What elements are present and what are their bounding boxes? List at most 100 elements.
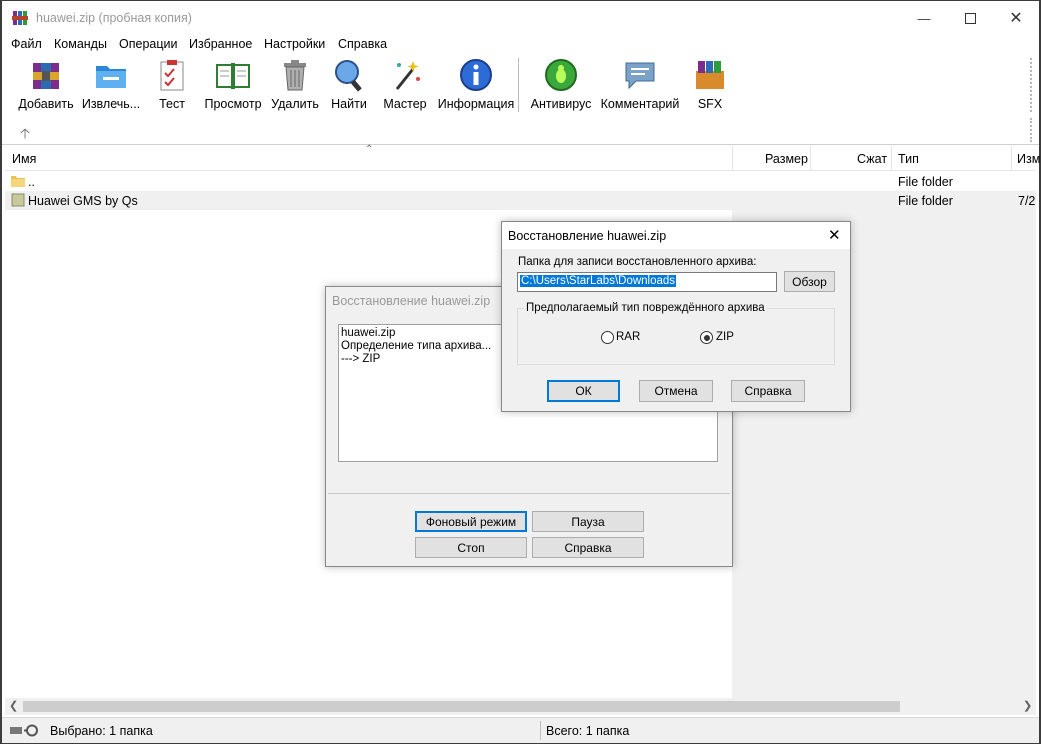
column-packed[interactable]: Сжат	[857, 152, 887, 166]
dialog-separator	[328, 493, 730, 494]
up-folder-icon[interactable]: 🡡	[20, 123, 30, 147]
sfx-label: SFX	[697, 97, 723, 111]
row-type: File folder	[898, 175, 953, 189]
folder-path-field[interactable]: C:\Users\StarLabs\Downloads	[517, 272, 777, 292]
status-total: Всего: 1 папка	[546, 724, 630, 738]
progress-dialog-title: Восстановление huawei.zip	[332, 294, 491, 308]
cancel-button[interactable]: Отмена	[639, 380, 713, 402]
title-bar: huawei.zip (пробная копия) — ✕	[2, 1, 1039, 35]
repair-help-button[interactable]: Справка	[731, 380, 805, 402]
extract-button[interactable]: Извлечь...	[82, 57, 140, 111]
find-button[interactable]: Найти	[328, 57, 370, 111]
sfx-archive-icon	[696, 61, 724, 89]
scroll-thumb[interactable]	[23, 701, 900, 712]
menu-settings[interactable]: Настройки	[264, 37, 325, 51]
address-grip[interactable]	[1030, 118, 1035, 142]
add-button[interactable]: Добавить	[18, 57, 74, 111]
folder-extract-icon	[96, 66, 126, 88]
antivirus-label: Антивирус	[530, 97, 592, 111]
repair-dialog: Восстановление huawei.zip ✕ Папка для за…	[501, 221, 851, 412]
folder-icon	[11, 176, 25, 187]
scroll-left-icon[interactable]: ❮	[9, 699, 18, 712]
zip-label[interactable]: ZIP	[716, 331, 734, 343]
toolbar-separator	[518, 58, 519, 112]
extract-label: Извлечь...	[81, 97, 141, 111]
delete-button[interactable]: Удалить	[270, 57, 320, 111]
archive-type-group	[517, 308, 835, 365]
dialog-close-icon[interactable]: ✕	[828, 226, 841, 244]
info-button[interactable]: Информация	[438, 57, 514, 111]
menu-operations[interactable]: Операции	[119, 37, 177, 51]
add-archive-icon	[33, 63, 59, 89]
status-bar: Выбрано: 1 папка Всего: 1 папка	[2, 717, 1039, 743]
folder-label: Папка для записи восстановленного архива…	[518, 256, 757, 268]
background-mode-button[interactable]: Фоновый режим	[415, 511, 527, 532]
folder-icon	[11, 193, 25, 207]
close-button[interactable]: ✕	[993, 1, 1039, 35]
table-row[interactable]: Huawei GMS by Qs File folder 7/2	[5, 191, 1036, 210]
column-name[interactable]: Имя	[12, 152, 36, 166]
wizard-button[interactable]: Мастер	[382, 57, 428, 111]
view-label: Просмотр	[204, 97, 262, 111]
rar-radio[interactable]	[601, 331, 614, 344]
minimize-button[interactable]: —	[901, 1, 947, 35]
status-selected: Выбрано: 1 папка	[50, 724, 153, 738]
view-button[interactable]: Просмотр	[204, 57, 262, 111]
magic-wand-icon	[395, 61, 420, 90]
file-list-header: ⌃ Имя Размер Сжат Тип Изм	[5, 144, 1040, 171]
column-modified[interactable]: Изм	[1017, 152, 1040, 166]
archive-type-label: Предполагаемый тип повреждённого архива	[524, 302, 767, 314]
menu-file[interactable]: Файл	[11, 37, 42, 51]
menu-favorites[interactable]: Избранное	[189, 37, 252, 51]
folder-path-value: C:\Users\StarLabs\Downloads	[520, 275, 677, 287]
minimize-icon: —	[917, 10, 931, 26]
antivirus-bug-icon	[545, 59, 577, 91]
column-type[interactable]: Тип	[898, 152, 919, 166]
status-divider	[540, 721, 541, 740]
winrar-app-icon	[12, 11, 28, 25]
repair-dialog-title-bar[interactable]: Восстановление huawei.zip ✕	[502, 222, 850, 249]
close-icon: ✕	[1009, 10, 1023, 27]
info-label: Информация	[437, 97, 515, 111]
comment-button[interactable]: Комментарий	[600, 57, 680, 111]
toolbar: Добавить Извлечь... Тест Просмотр Удалит…	[2, 55, 1039, 117]
antivirus-button[interactable]: Антивирус	[530, 57, 592, 111]
table-row[interactable]: .. File folder	[5, 172, 1036, 191]
window-title: huawei.zip (пробная копия)	[36, 11, 192, 25]
stop-button[interactable]: Стоп	[415, 537, 527, 558]
row-name: Huawei GMS by Qs	[28, 194, 138, 208]
rar-label[interactable]: RAR	[616, 331, 640, 343]
progress-help-button[interactable]: Справка	[532, 537, 644, 558]
comment-icon	[625, 62, 655, 90]
toolbar-grip[interactable]	[1030, 58, 1035, 112]
column-size[interactable]: Размер	[765, 152, 808, 166]
browse-button[interactable]: Обзор	[784, 271, 835, 292]
wizard-label: Мастер	[383, 97, 427, 111]
add-label: Добавить	[18, 97, 74, 111]
repair-dialog-title: Восстановление huawei.zip	[508, 229, 667, 243]
trash-icon	[284, 60, 306, 91]
ok-button[interactable]: ОК	[547, 380, 620, 402]
maximize-icon	[964, 12, 976, 24]
test-label: Тест	[159, 97, 185, 111]
zip-radio[interactable]	[700, 331, 713, 344]
delete-label: Удалить	[271, 97, 319, 111]
row-modified: 7/2	[1018, 194, 1036, 208]
pause-button[interactable]: Пауза	[532, 511, 644, 532]
column-divider[interactable]	[891, 146, 892, 170]
menu-commands[interactable]: Команды	[54, 37, 107, 51]
horizontal-scrollbar[interactable]: ❮ ❯	[5, 698, 1036, 715]
column-divider[interactable]	[1011, 146, 1012, 170]
column-divider[interactable]	[732, 146, 733, 170]
magnifier-icon	[335, 60, 362, 92]
address-bar: 🡡	[2, 118, 1039, 145]
scroll-right-icon[interactable]: ❯	[1023, 699, 1032, 712]
test-button[interactable]: Тест	[152, 57, 192, 111]
menu-help[interactable]: Справка	[338, 37, 387, 51]
sfx-button[interactable]: SFX	[690, 57, 730, 111]
row-type: File folder	[898, 194, 953, 208]
maximize-button[interactable]	[947, 1, 993, 35]
column-divider[interactable]	[810, 146, 811, 170]
clipboard-test-icon	[160, 60, 184, 91]
drive-key-icon[interactable]	[10, 724, 42, 737]
